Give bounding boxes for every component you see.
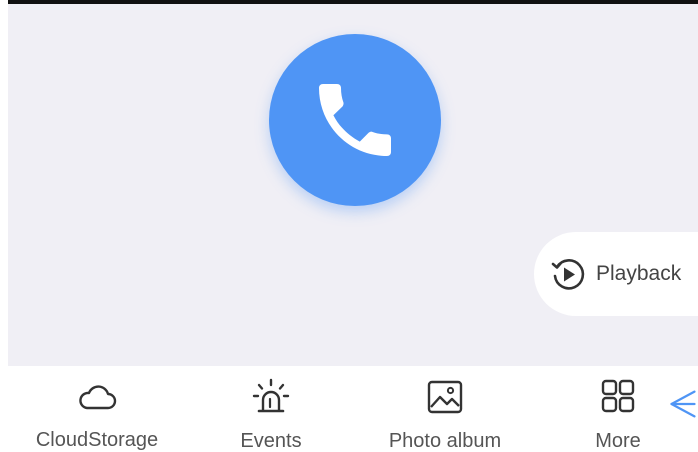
nav-label-photo-album: Photo album bbox=[388, 430, 502, 452]
image-icon bbox=[425, 378, 465, 416]
nav-label-more: More bbox=[595, 430, 641, 452]
bottom-toolbar: CloudStorage Events Photo album More bbox=[0, 366, 698, 452]
expand-toolbar-button[interactable] bbox=[668, 384, 698, 424]
playback-label: Playback bbox=[596, 262, 682, 285]
nav-item-cloudstorage[interactable]: CloudStorage bbox=[22, 366, 172, 452]
status-bar-edge bbox=[0, 0, 698, 4]
app-screen: Playback CloudStorage Events Photo album… bbox=[0, 0, 698, 452]
grid-icon bbox=[598, 378, 638, 416]
nav-item-events[interactable]: Events bbox=[212, 366, 330, 452]
replay-play-icon bbox=[548, 254, 588, 294]
nav-item-photo-album[interactable]: Photo album bbox=[372, 366, 518, 452]
phone-icon bbox=[319, 84, 391, 156]
call-button[interactable] bbox=[269, 34, 441, 206]
nav-label-cloudstorage: CloudStorage bbox=[35, 429, 159, 451]
playback-button[interactable]: Playback bbox=[534, 232, 698, 316]
chevron-left-icon bbox=[670, 390, 696, 418]
alarm-siren-icon bbox=[251, 378, 291, 416]
cloud-icon bbox=[77, 378, 117, 415]
nav-label-events: Events bbox=[240, 430, 302, 452]
nav-item-more[interactable]: More bbox=[560, 366, 676, 452]
